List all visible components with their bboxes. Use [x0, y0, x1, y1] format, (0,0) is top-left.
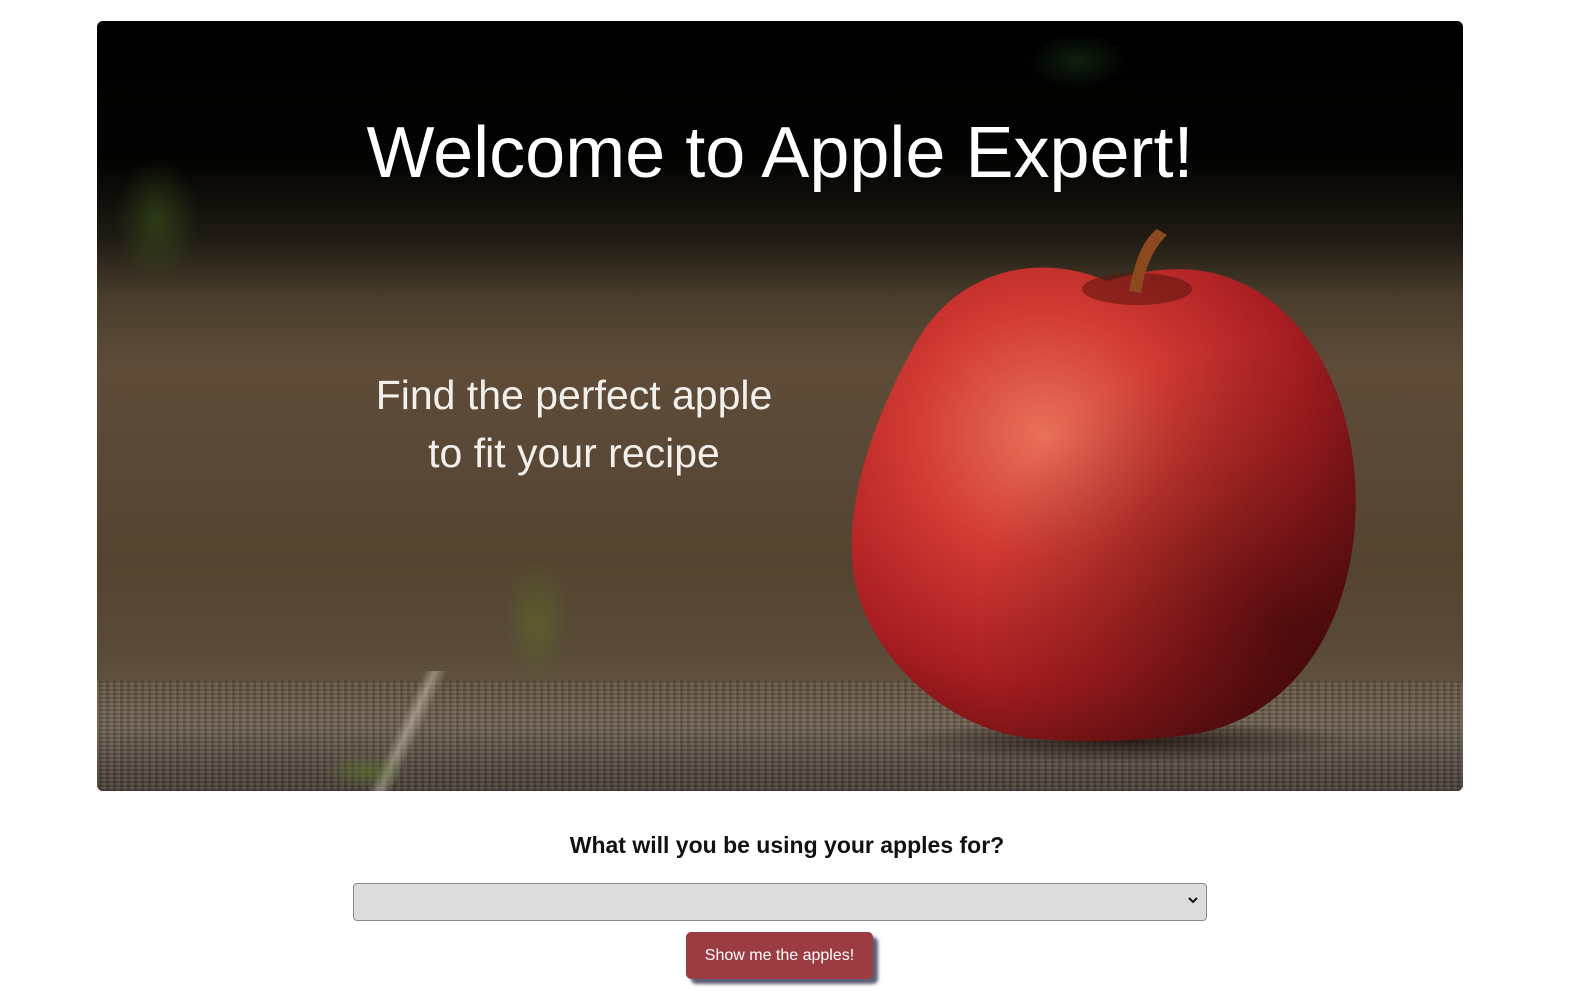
- chevron-down-icon: [1188, 897, 1198, 904]
- apple-image: [851, 229, 1357, 763]
- hero-banner: Welcome to Apple Expert! Find the perfec…: [97, 21, 1463, 791]
- usage-select[interactable]: [353, 883, 1207, 921]
- usage-question-label: What will you be using your apples for?: [569, 832, 1005, 858]
- page-title: Welcome to Apple Expert!: [366, 113, 1194, 193]
- hero-subtitle: Find the perfect apple to fit your recip…: [327, 366, 821, 482]
- show-apples-button[interactable]: Show me the apples!: [686, 932, 873, 979]
- hero-subtitle-line-1: Find the perfect apple: [375, 372, 773, 418]
- hero-moss: [327, 721, 437, 791]
- hero-subtitle-line-2: to fit your recipe: [428, 430, 720, 476]
